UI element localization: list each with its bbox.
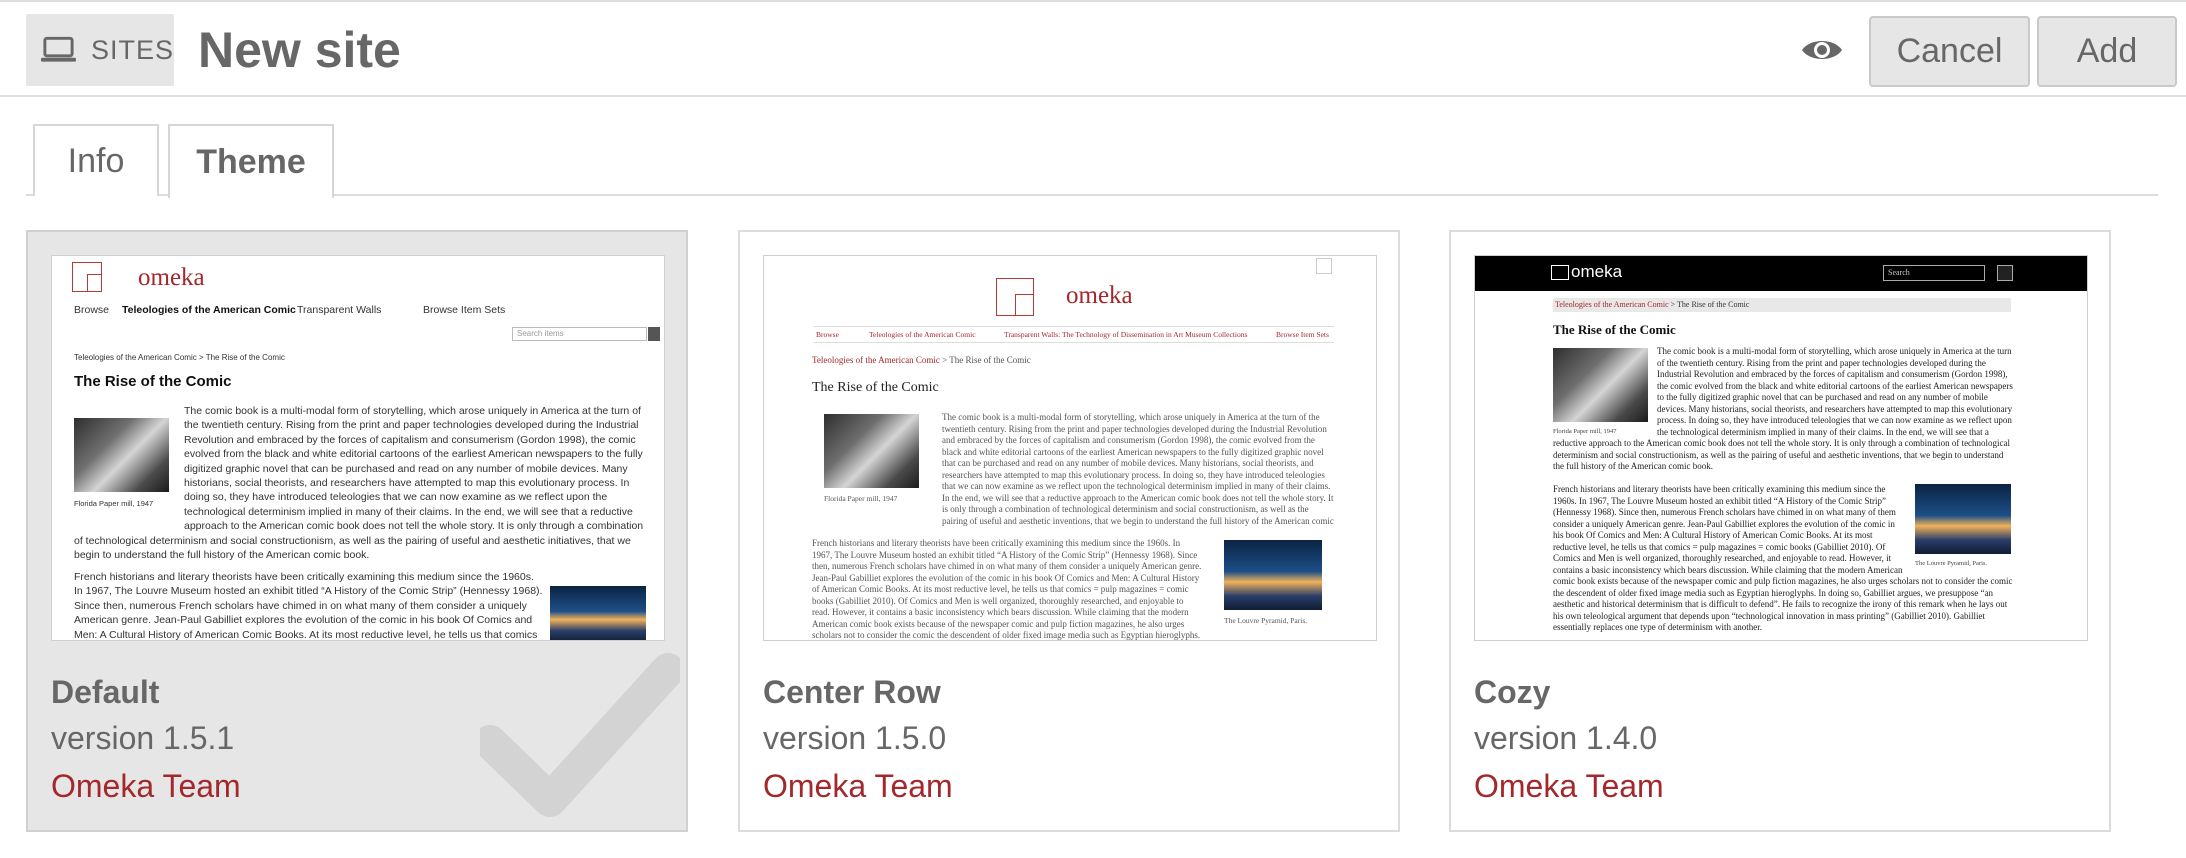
theme-search-box: Search xyxy=(1883,265,1985,281)
add-button[interactable]: Add xyxy=(2037,16,2177,87)
theme-preview-center-row: omeka Browse Teleologies of the American… xyxy=(763,255,1377,641)
tab-info[interactable]: Info xyxy=(33,124,159,196)
theme-breadcrumb: Teleologies of the American Comic > The … xyxy=(74,353,285,362)
theme-heading: The Rise of the Comic xyxy=(1553,322,1676,337)
theme-name: Default xyxy=(51,674,160,710)
nav-item: Browse Item Sets xyxy=(423,304,506,316)
theme-preview-default: omeka Browse Teleologies of the American… xyxy=(51,255,665,641)
nav-item: Transparent Walls xyxy=(297,304,382,316)
page-title: New site xyxy=(198,22,401,78)
sites-breadcrumb[interactable]: SITES xyxy=(26,14,174,86)
image-caption: Florida Paper mill, 1947 xyxy=(824,494,898,503)
theme-author-link[interactable]: Omeka Team xyxy=(763,768,953,805)
theme-logo-text: omeka xyxy=(1571,262,1623,281)
theme-paragraph-1: The comic book is a multi-modal form of … xyxy=(1553,346,2013,471)
theme-card-cozy[interactable]: omeka Search Teleologies of the American… xyxy=(1449,230,2111,832)
search-icon xyxy=(648,327,660,341)
theme-version: version 1.4.0 xyxy=(1474,720,1658,756)
theme-heading: The Rise of the Comic xyxy=(812,380,939,395)
preview-button[interactable] xyxy=(1800,32,1844,68)
paper-mill-image xyxy=(824,414,919,488)
theme-logo-text: omeka xyxy=(1066,282,1133,309)
louvre-image xyxy=(1224,540,1322,610)
sites-breadcrumb-label: SITES xyxy=(90,34,174,65)
nav-item: Browse Item Sets xyxy=(1276,330,1329,339)
nav-item: Teleologies of the American Comic xyxy=(869,330,976,339)
theme-name: Center Row xyxy=(763,674,941,710)
page-header: SITES New site Cancel Add xyxy=(0,2,2186,97)
theme-heading: The Rise of the Comic xyxy=(74,373,232,390)
theme-breadcrumb: Teleologies of the American Comic > The … xyxy=(1553,298,2011,312)
theme-paragraph-1: The comic book is a multi-modal form of … xyxy=(942,412,1334,528)
checkmark-icon xyxy=(480,653,680,817)
nav-item: Teleologies of the American Comic xyxy=(122,304,296,316)
theme-version: version 1.5.0 xyxy=(763,720,947,756)
theme-version: version 1.5.1 xyxy=(51,720,235,756)
theme-name: Cozy xyxy=(1474,674,1551,710)
search-icon xyxy=(1316,258,1332,274)
theme-author-link[interactable]: Omeka Team xyxy=(1474,768,1664,805)
theme-card-center-row[interactable]: omeka Browse Teleologies of the American… xyxy=(738,230,1400,832)
omeka-logo-mark-inner xyxy=(1015,294,1034,316)
theme-paragraph-1: The comic book is a multi-modal form of … xyxy=(74,405,644,562)
louvre-caption: The Louvre Pyramid, Paris. xyxy=(1224,616,1308,625)
theme-search-box: Search items xyxy=(512,327,647,341)
theme-preview-cozy: omeka Search Teleologies of the American… xyxy=(1474,255,2088,641)
theme-author-link[interactable]: Omeka Team xyxy=(51,768,241,805)
theme-paragraph-2: French historians and literary theorists… xyxy=(812,538,1202,640)
cancel-button[interactable]: Cancel xyxy=(1869,16,2030,87)
theme-breadcrumb: Teleologies of the American Comic > The … xyxy=(812,355,1031,365)
theme-paragraph-2: French historians and literary theorists… xyxy=(1553,484,2013,632)
omeka-logo-mark xyxy=(1551,265,1569,280)
theme-card-default[interactable]: omeka Browse Teleologies of the American… xyxy=(26,230,688,832)
omeka-logo-mark-inner xyxy=(87,274,102,292)
tab-theme[interactable]: Theme xyxy=(168,124,334,198)
louvre-image xyxy=(550,586,646,640)
eye-icon xyxy=(1802,41,1842,59)
nav-item: Browse xyxy=(816,330,839,339)
menu-icon xyxy=(1997,265,2013,281)
theme-paragraph-2: French historians and literary theorists… xyxy=(74,571,543,641)
theme-logo-text: omeka xyxy=(138,264,205,291)
nav-item: Browse xyxy=(74,304,110,316)
nav-item: Transparent Walls: The Technology of Dis… xyxy=(1004,330,1248,339)
nav-rule xyxy=(814,342,1334,343)
laptop-icon xyxy=(40,36,76,62)
tabs-divider xyxy=(26,194,2158,196)
nav-rule xyxy=(814,326,1334,327)
